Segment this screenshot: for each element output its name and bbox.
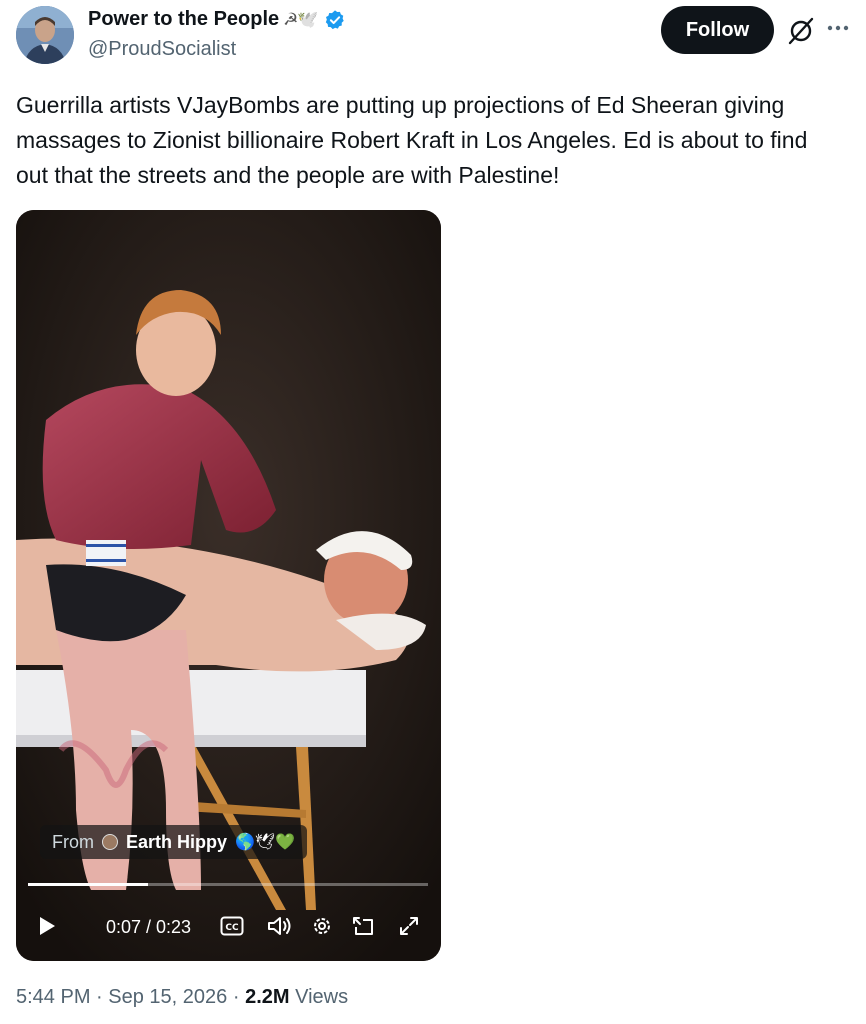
from-label: From xyxy=(52,831,94,852)
captions-icon[interactable]: CC xyxy=(218,912,246,940)
meta-separator: · xyxy=(96,986,103,1008)
video-player[interactable]: From Earth Hippy 🌎🕊💚 0:07 / 0:23 CC xyxy=(16,210,441,961)
more-options-icon[interactable] xyxy=(822,16,854,40)
author-handle[interactable]: @ProudSocialist xyxy=(88,38,236,61)
video-time: 0:07 / 0:23 xyxy=(106,917,192,937)
author-avatar[interactable] xyxy=(16,6,74,64)
tweet-meta: 5:44 PM · Sep 15, 2026 · 2.2M Views xyxy=(16,986,348,1009)
volume-icon[interactable] xyxy=(266,912,294,940)
svg-text:CC: CC xyxy=(225,923,239,933)
views-label: Views xyxy=(295,986,349,1008)
fullscreen-icon[interactable] xyxy=(396,912,422,940)
follow-button[interactable]: Follow xyxy=(661,6,774,54)
video-progress-bar[interactable] xyxy=(28,883,428,886)
play-icon[interactable] xyxy=(36,912,58,940)
views-count: 2.2M xyxy=(245,986,290,1008)
author-name-row[interactable]: Power to the People ☭🕊️ xyxy=(88,8,346,31)
from-name[interactable]: Earth Hippy xyxy=(126,832,227,853)
author-name-emoji: ☭🕊️ xyxy=(283,9,318,29)
verified-badge-icon xyxy=(325,9,344,29)
author-name[interactable]: Power to the People xyxy=(88,8,279,31)
settings-gear-icon[interactable] xyxy=(309,912,335,940)
picture-in-picture-icon[interactable] xyxy=(349,912,377,940)
post-date[interactable]: Sep 15, 2026 xyxy=(108,986,227,1008)
meta-separator: · xyxy=(232,986,240,1008)
from-emoji: 🌎🕊💚 xyxy=(235,834,296,851)
avatar-image xyxy=(16,6,74,64)
from-avatar xyxy=(102,834,118,850)
grok-icon[interactable] xyxy=(786,16,816,46)
tweet-post: Power to the People ☭🕊️ @ProudSocialist … xyxy=(0,0,866,1024)
video-controls: 0:07 / 0:23 CC xyxy=(16,906,441,946)
tweet-text: Guerrilla artists VJayBombs are putting … xyxy=(16,92,808,188)
video-progress-fill xyxy=(28,883,148,886)
video-attribution[interactable]: From Earth Hippy 🌎🕊💚 xyxy=(40,825,308,859)
post-time[interactable]: 5:44 PM xyxy=(16,986,90,1008)
